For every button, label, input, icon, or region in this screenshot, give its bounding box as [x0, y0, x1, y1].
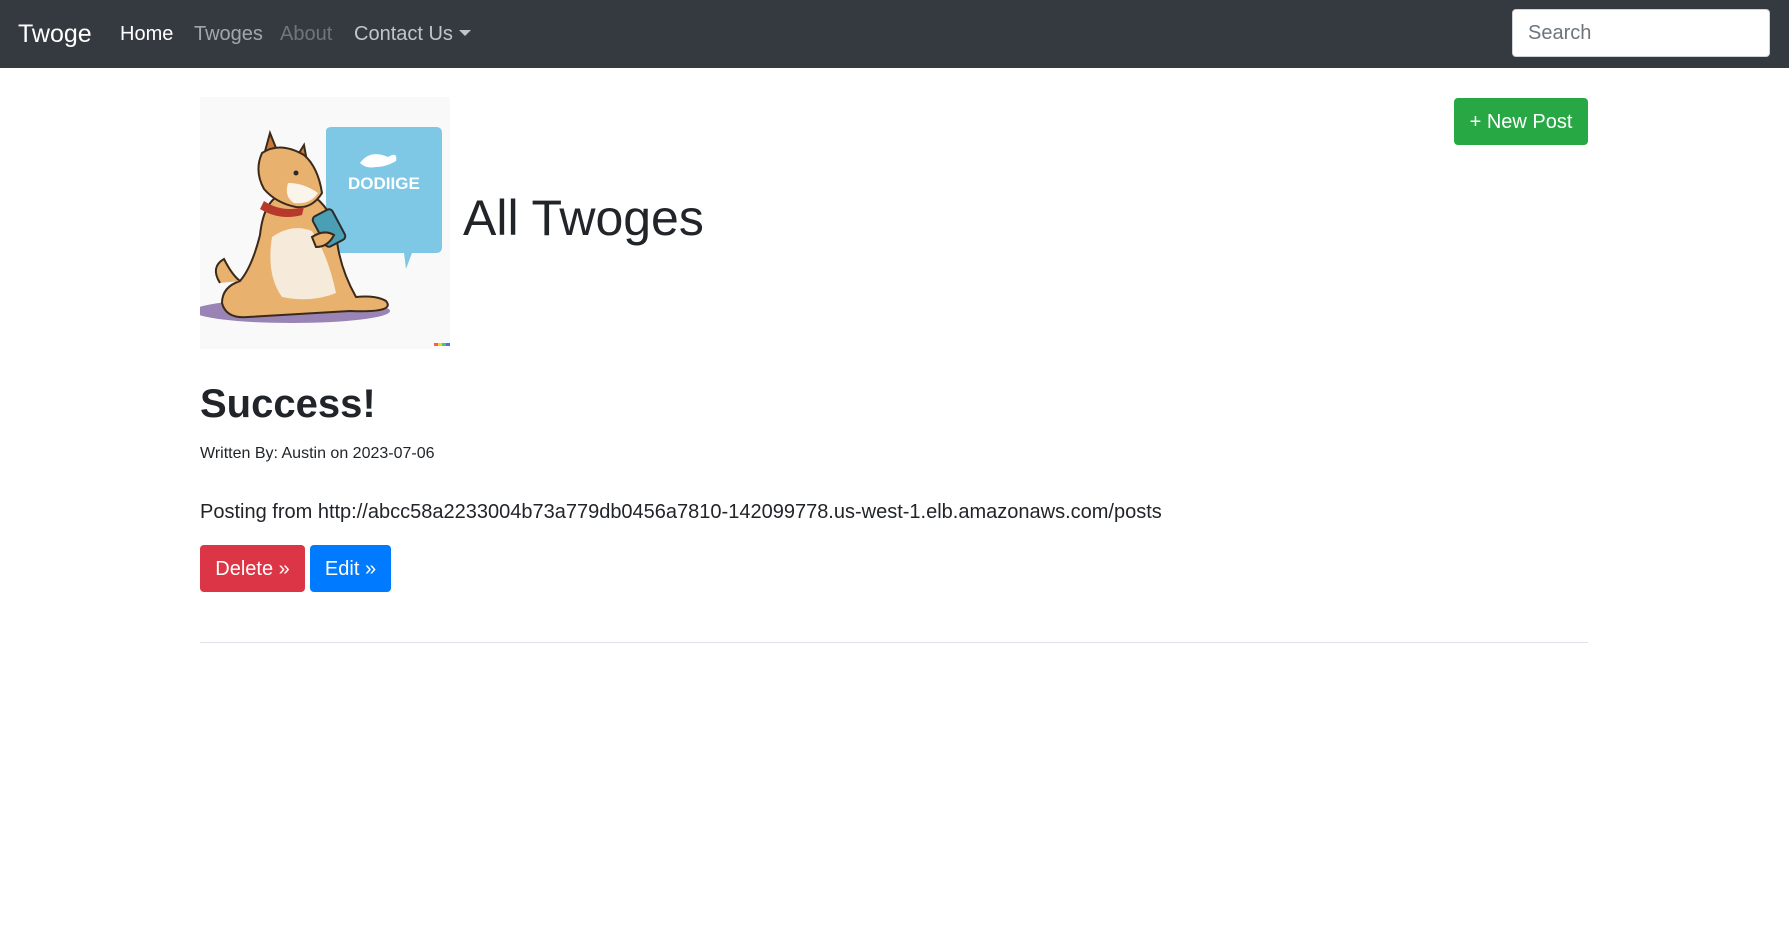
- post-meta: Written By: Austin on 2023-07-06: [200, 445, 435, 462]
- navbar: Twoge Home Twoges About Contact Us: [0, 0, 1789, 68]
- post-divider: [200, 642, 1588, 643]
- post-body: Posting from http://abcc58a2233004b73a77…: [200, 501, 1162, 523]
- caret-down-icon: [458, 30, 471, 36]
- nav-link-about: About: [280, 23, 333, 45]
- edit-post-button[interactable]: Edit »: [310, 545, 391, 592]
- nav-dropdown-label: Contact Us: [354, 23, 453, 45]
- nav-link-home[interactable]: Home: [120, 20, 173, 48]
- logo-text: DODIIGE: [348, 174, 420, 193]
- page-title: All Twoges: [463, 190, 704, 246]
- shiba-phone-illustration: DODIIGE: [200, 97, 450, 349]
- delete-post-button[interactable]: Delete »: [200, 545, 305, 592]
- brand-link[interactable]: Twoge: [18, 15, 92, 53]
- nav-link-twoges[interactable]: Twoges: [194, 20, 263, 48]
- post-title: Success!: [200, 382, 376, 426]
- nav-dropdown-contact-us[interactable]: Contact Us: [354, 20, 471, 48]
- new-post-button[interactable]: + New Post: [1454, 98, 1588, 145]
- search-input[interactable]: [1512, 9, 1770, 57]
- twoge-logo-image: DODIIGE: [200, 97, 450, 349]
